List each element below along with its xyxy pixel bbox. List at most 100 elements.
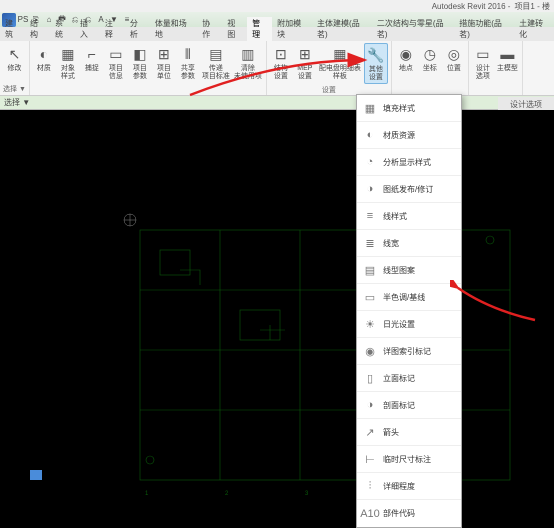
dropdown-icon: ≡ bbox=[361, 207, 379, 225]
dropdown-item-8[interactable]: ☀ 日光设置 bbox=[357, 311, 461, 338]
ribbon-btn-3-0[interactable]: ◉地点 bbox=[395, 43, 417, 95]
select-option[interactable]: 选择 ▼ bbox=[4, 97, 30, 108]
dropdown-item-14[interactable]: ⫶详细程度 bbox=[357, 473, 461, 500]
ribbon-btn-2-1[interactable]: ⊞MEP 设置 bbox=[294, 43, 316, 84]
dropdown-label: 立面标记 bbox=[383, 373, 415, 384]
ribbon-btn-3-2[interactable]: ◎位置 bbox=[443, 43, 465, 95]
dropdown-icon: ◑ bbox=[361, 180, 379, 198]
ribbon-btn-1-5[interactable]: ⊞项目 单位 bbox=[153, 43, 175, 95]
ribbon-btn-2-2[interactable]: ▦配电盘明细表 样板 bbox=[318, 43, 362, 84]
ribbon-icon: 🔧 bbox=[366, 45, 386, 65]
ribbon-btn-2-3[interactable]: 🔧其他 设置 bbox=[364, 43, 388, 84]
svg-text:2: 2 bbox=[225, 491, 229, 497]
ribbon-icon: ▦ bbox=[330, 44, 350, 64]
tab-1[interactable]: 结构 bbox=[25, 17, 50, 41]
dropdown-item-10[interactable]: ▯ 立面标记 bbox=[357, 365, 461, 392]
tab-3[interactable]: 插入 bbox=[75, 17, 100, 41]
ribbon-icon: ◉ bbox=[396, 44, 416, 64]
tab-8[interactable]: 视图 bbox=[222, 17, 247, 41]
ribbon-panel-4: ▭设计 选项▬主模型 bbox=[469, 41, 523, 95]
dropdown-icon: ≣ bbox=[361, 234, 379, 252]
ribbon-panel-1: ◐材质▦对象 样式⌐捕捉▭项目 信息◧项目 参数⊞项目 单位⫴共享 参数▤传递 … bbox=[30, 41, 267, 95]
tab-11[interactable]: 主体建模(品茗) bbox=[312, 17, 372, 41]
tab-0[interactable]: 建筑 bbox=[0, 17, 25, 41]
ribbon: ↖修改选择 ▼◐材质▦对象 样式⌐捕捉▭项目 信息◧项目 参数⊞项目 单位⫴共享… bbox=[0, 41, 554, 96]
tab-10[interactable]: 附加模块 bbox=[272, 17, 312, 41]
ribbon-label: 地点 bbox=[399, 65, 413, 73]
ribbon-icon: ⫴ bbox=[178, 44, 198, 64]
tab-9[interactable]: 管理 bbox=[247, 17, 272, 41]
ribbon-btn-1-3[interactable]: ▭项目 信息 bbox=[105, 43, 127, 95]
ribbon-icon: ◐ bbox=[34, 44, 54, 64]
ribbon-label: 主模型 bbox=[497, 65, 518, 73]
dropdown-icon: ☀ bbox=[361, 315, 379, 333]
ribbon-label: MEP 设置 bbox=[297, 65, 312, 81]
other-settings-dropdown: ▦填充样式◐材质资源◔分析显示样式 ◑ 图纸发布/修订 ≡ 线样式 ≣ 线宽 ▤线型图案▭半色… bbox=[356, 94, 462, 528]
dropdown-item-15[interactable]: A10部件代码 bbox=[357, 500, 461, 527]
ribbon-btn-1-6[interactable]: ⫴共享 参数 bbox=[177, 43, 199, 95]
dropdown-item-5[interactable]: ≣ 线宽 bbox=[357, 230, 461, 257]
dropdown-label: 线样式 bbox=[383, 211, 407, 222]
dropdown-icon: ◑ bbox=[361, 396, 379, 414]
dropdown-label: 图纸发布/修订 bbox=[383, 184, 433, 195]
ribbon-btn-1-1[interactable]: ▦对象 样式 bbox=[57, 43, 79, 95]
tab-5[interactable]: 分析 bbox=[125, 17, 150, 41]
ribbon-btn-1-0[interactable]: ◐材质 bbox=[33, 43, 55, 95]
ribbon-label: 捕捉 bbox=[85, 65, 99, 73]
dropdown-icon: ⫶ bbox=[361, 477, 379, 495]
tab-6[interactable]: 体量和场地 bbox=[150, 17, 197, 41]
panel-title: 设置 bbox=[322, 84, 336, 96]
dropdown-item-3[interactable]: ◑ 图纸发布/修订 bbox=[357, 176, 461, 203]
ribbon-label: 材质 bbox=[37, 65, 51, 73]
dropdown-icon: ▭ bbox=[361, 288, 379, 306]
dropdown-item-12[interactable]: ↗箭头 bbox=[357, 419, 461, 446]
ribbon-icon: ◷ bbox=[420, 44, 440, 64]
app-title: Autodesk Revit 2016 - bbox=[432, 2, 511, 11]
ribbon-label: 共享 参数 bbox=[181, 65, 195, 81]
tab-14[interactable]: 土建砖化 bbox=[514, 17, 554, 41]
ribbon-label: 位置 bbox=[447, 65, 461, 73]
ribbon-icon: ▭ bbox=[106, 44, 126, 64]
tab-4[interactable]: 注释 bbox=[100, 17, 125, 41]
drawing-canvas[interactable]: 123 bbox=[0, 110, 554, 500]
ribbon-label: 其他 设置 bbox=[369, 66, 383, 82]
ribbon-btn-1-8[interactable]: ▥清除 未使用项 bbox=[233, 43, 263, 95]
ribbon-btn-1-4[interactable]: ◧项目 参数 bbox=[129, 43, 151, 95]
ribbon-icon: ▭ bbox=[473, 44, 493, 64]
ribbon-btn-1-2[interactable]: ⌐捕捉 bbox=[81, 43, 103, 95]
ribbon-panel-3: ◉地点◷坐标◎位置 bbox=[392, 41, 469, 95]
tab-2[interactable]: 系统 bbox=[50, 17, 75, 41]
dropdown-item-1[interactable]: ◐材质资源 bbox=[357, 122, 461, 149]
ribbon-panel-2: ⊡结构 设置⊞MEP 设置▦配电盘明细表 样板🔧其他 设置设置 bbox=[267, 41, 392, 95]
tab-13[interactable]: 措施功能(品茗) bbox=[454, 17, 514, 41]
dropdown-icon: ▯ bbox=[361, 369, 379, 387]
dropdown-item-13[interactable]: ⊢临时尺寸标注 bbox=[357, 446, 461, 473]
tab-7[interactable]: 协作 bbox=[197, 17, 222, 41]
ribbon-icon: ▬ bbox=[497, 44, 517, 64]
dropdown-icon: ⊢ bbox=[361, 450, 379, 468]
dropdown-label: 线宽 bbox=[383, 238, 399, 249]
dropdown-label: 日光设置 bbox=[383, 319, 415, 330]
dropdown-item-6[interactable]: ▤线型图案 bbox=[357, 257, 461, 284]
ribbon-btn-4-0[interactable]: ▭设计 选项 bbox=[472, 43, 494, 95]
ribbon-btn-4-1[interactable]: ▬主模型 bbox=[496, 43, 519, 95]
dropdown-item-9[interactable]: ◉详图索引标记 bbox=[357, 338, 461, 365]
dropdown-item-4[interactable]: ≡ 线样式 bbox=[357, 203, 461, 230]
ribbon-btn-3-1[interactable]: ◷坐标 bbox=[419, 43, 441, 95]
dropdown-item-0[interactable]: ▦填充样式 bbox=[357, 95, 461, 122]
ribbon-icon: ▥ bbox=[238, 44, 258, 64]
ribbon-btn-2-0[interactable]: ⊡结构 设置 bbox=[270, 43, 292, 84]
ribbon-tabs: 建筑结构系统插入注释分析体量和场地协作视图管理附加模块主体建模(品茗)二次结构与… bbox=[0, 27, 554, 41]
ribbon-label: 配电盘明细表 样板 bbox=[319, 65, 361, 81]
dropdown-item-7[interactable]: ▭半色调/基线 bbox=[357, 284, 461, 311]
dropdown-item-2[interactable]: ◔分析显示样式 bbox=[357, 149, 461, 176]
ribbon-icon: ▦ bbox=[58, 44, 78, 64]
ribbon-label: 对象 样式 bbox=[61, 65, 75, 81]
tab-12[interactable]: 二次结构与零星(品茗) bbox=[372, 17, 454, 41]
ribbon-icon: ↖ bbox=[4, 44, 24, 64]
dropdown-label: 材质资源 bbox=[383, 130, 415, 141]
ribbon-btn-0-0[interactable]: ↖修改 bbox=[3, 43, 25, 83]
ribbon-btn-1-7[interactable]: ▤传递 项目标准 bbox=[201, 43, 231, 95]
ribbon-icon: ◧ bbox=[130, 44, 150, 64]
dropdown-item-11[interactable]: ◑剖面标记 bbox=[357, 392, 461, 419]
